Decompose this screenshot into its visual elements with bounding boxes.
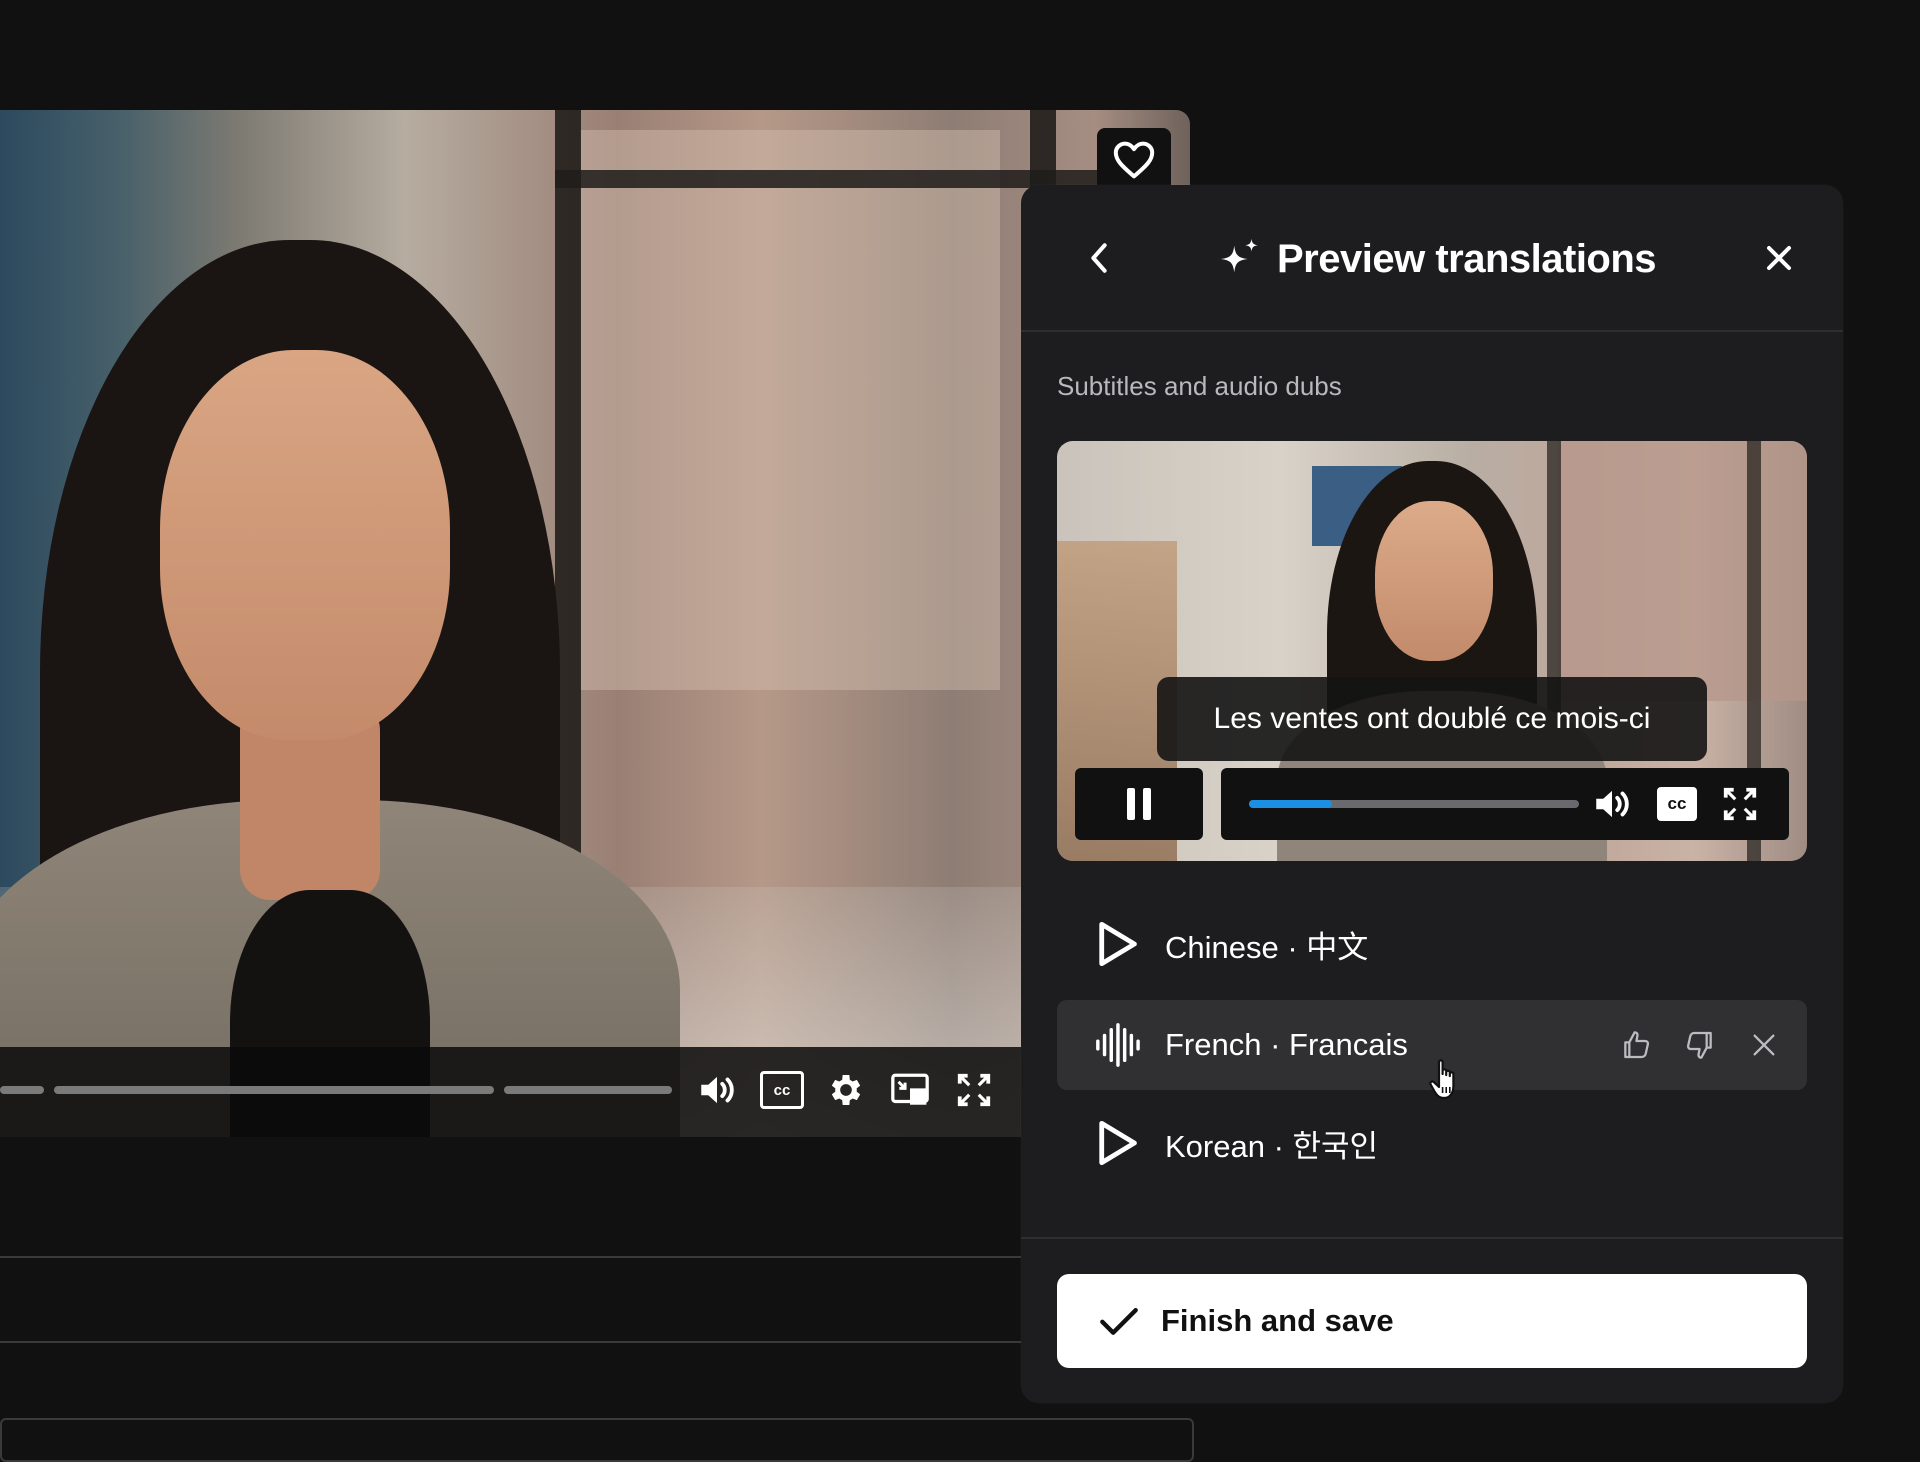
remove-language-button[interactable] (1741, 1022, 1787, 1068)
fullscreen-button[interactable] (1717, 781, 1763, 827)
favorite-button[interactable] (1097, 128, 1171, 192)
cc-icon: cc (1657, 787, 1697, 821)
cc-icon: cc (760, 1071, 804, 1109)
thumbs-down-icon (1686, 1031, 1712, 1059)
language-item-chinese[interactable]: Chinese · 中文 (1057, 899, 1807, 989)
main-video[interactable] (0, 110, 1190, 1137)
speaker (0, 200, 700, 1137)
play-button[interactable] (1087, 920, 1147, 968)
picture-in-picture-icon (891, 1073, 929, 1105)
play-button[interactable] (1087, 1119, 1147, 1167)
audio-playing-indicator (1087, 1022, 1147, 1068)
check-icon (1099, 1305, 1139, 1337)
finish-and-save-label: Finish and save (1161, 1303, 1394, 1338)
language-label: French · Francais (1165, 1027, 1408, 1062)
volume-button[interactable] (1589, 781, 1635, 827)
thumbs-up-icon (1624, 1031, 1650, 1059)
divider (1021, 1237, 1843, 1239)
language-label: Chinese · 中文 (1165, 929, 1369, 965)
play-icon (1099, 1120, 1137, 1166)
settings-icon (831, 1075, 861, 1105)
chapter-segment[interactable] (0, 1086, 44, 1094)
volume-icon (701, 1076, 734, 1104)
back-button[interactable] (1076, 235, 1122, 281)
pause-icon (1127, 788, 1151, 820)
progress-fill (1249, 800, 1332, 808)
timeline-box (0, 1418, 1194, 1462)
audio-wave-icon (1096, 1023, 1140, 1067)
progress-bar[interactable] (1249, 800, 1579, 808)
timeline-track (0, 1341, 1021, 1343)
sparkle-icon (1220, 238, 1258, 273)
panel-header: Preview translations (1021, 185, 1843, 332)
subtitle-caption: Les ventes ont doublé ce mois-ci (1157, 677, 1707, 761)
language-item-korean[interactable]: Korean · 한국인 (1057, 1098, 1807, 1188)
preview-translations-panel: Preview translations Subtitles and audio… (1021, 185, 1843, 1403)
language-label: Korean · 한국인 (1165, 1128, 1379, 1164)
preview-player[interactable]: Les ventes ont doublé ce mois-ci cc (1057, 441, 1807, 861)
close-button[interactable] (1756, 235, 1802, 281)
fullscreen-icon (957, 1073, 991, 1107)
heart-icon (1113, 141, 1155, 179)
fullscreen-icon (1723, 787, 1757, 821)
background-window (1557, 441, 1807, 701)
preview-controls: cc (1221, 768, 1789, 840)
volume-button[interactable] (694, 1067, 740, 1113)
main-player-controls: cc (0, 1047, 1040, 1137)
finish-and-save-button[interactable]: Finish and save (1057, 1274, 1807, 1368)
close-icon (1767, 246, 1791, 270)
hand-cursor-icon (1427, 1056, 1467, 1107)
thumbs-up-button[interactable] (1613, 1022, 1659, 1068)
chevron-left-icon (1091, 243, 1107, 273)
fullscreen-button[interactable] (951, 1067, 997, 1113)
pause-button[interactable] (1075, 768, 1203, 840)
play-icon (1099, 921, 1137, 967)
timeline-track (0, 1256, 1021, 1258)
chapter-segment[interactable] (504, 1086, 672, 1094)
section-label: Subtitles and audio dubs (1057, 371, 1342, 401)
picture-in-picture-button[interactable] (887, 1067, 933, 1113)
volume-icon (1596, 790, 1629, 818)
chapter-segment[interactable] (54, 1086, 494, 1094)
thumbs-down-button[interactable] (1677, 1022, 1723, 1068)
close-icon (1753, 1034, 1775, 1056)
panel-title: Preview translations (1277, 236, 1657, 281)
speaker-face (1375, 501, 1493, 661)
panel-title-group: Preview translations (1217, 229, 1657, 289)
captions-button[interactable]: cc (759, 1067, 805, 1113)
row-actions (1613, 1022, 1787, 1068)
captions-button[interactable]: cc (1654, 781, 1700, 827)
settings-button[interactable] (823, 1067, 869, 1113)
